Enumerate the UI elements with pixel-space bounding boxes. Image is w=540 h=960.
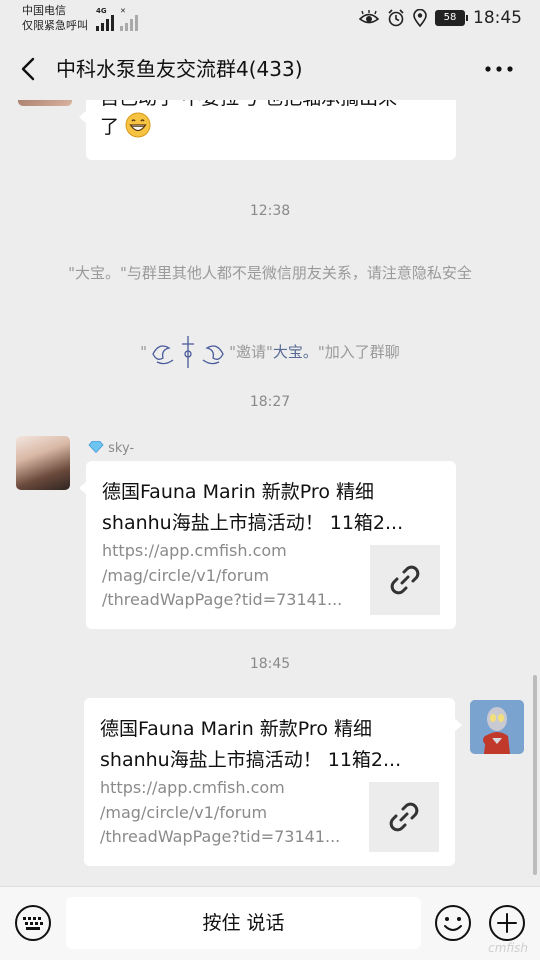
link-thumbnail: [369, 782, 439, 852]
message-text-line1: 自己动手 不要拉弓 也把轴承搞出来: [100, 100, 397, 112]
link-card-url-line2: /mag/circle/v1/forum: [100, 802, 268, 822]
link-thumbnail: [370, 545, 440, 615]
grin-emoji-icon: [125, 112, 151, 138]
avatar-sky[interactable]: [16, 436, 70, 490]
network-type-label: 4G: [96, 7, 107, 15]
link-card-incoming[interactable]: 德国Fauna Marin 新款Pro 精细 shanhu海盐上市搞活动！ 11…: [79, 461, 456, 629]
input-bar: 按住 说话 cmfish: [0, 886, 540, 960]
link-card-url-line1: https://app.cmfish.com: [102, 541, 287, 560]
eye-comfort-icon: [359, 10, 379, 24]
link-chain-icon: [390, 565, 420, 595]
no-sim-mark-icon: ✕: [120, 7, 126, 15]
chat-messages[interactable]: 自己动手 不要拉弓 也把轴承搞出来 了 12:38 "大宝。"与群里其他人都不是…: [0, 100, 540, 886]
status-bar: 中国电信 仅限紧急呼叫 4G ✕ 58 18:45: [0, 0, 540, 38]
timestamp: 12:38: [249, 203, 291, 219]
chat-header: 中科水泵鱼友交流群4(433): [0, 38, 540, 100]
quote-open: ": [140, 343, 148, 361]
smiley-icon[interactable]: [434, 904, 472, 942]
system-notice-join: " "邀请" 大宝。 "加入了群聊: [40, 332, 500, 372]
link-card-title-line2: shanhu海盐上市搞活动！ 11箱2...: [100, 749, 402, 771]
plus-circle-icon[interactable]: [488, 904, 526, 942]
carrier-info: 中国电信 仅限紧急呼叫: [22, 3, 88, 33]
link-card-url-line2: /mag/circle/v1/forum: [102, 565, 270, 585]
network-indicators: 4G ✕: [96, 8, 138, 31]
hero-figure-icon: [470, 700, 524, 754]
keyboard-icon[interactable]: [14, 904, 52, 942]
signal-icon: [96, 15, 114, 31]
link-card-title-line2: shanhu海盐上市搞活动！ 11箱2...: [102, 512, 404, 534]
watermark: cmfish: [488, 941, 528, 955]
more-dots-icon[interactable]: [482, 54, 516, 84]
emergency-only-label: 仅限紧急呼叫: [22, 19, 88, 32]
link-card-url-line3: /threadWapPage?tid=73141...: [102, 590, 343, 609]
message-text-line2-wrap: 了: [100, 112, 151, 141]
link-card-url: https://app.cmfish.com /mag/circle/v1/fo…: [102, 539, 357, 613]
link-chain-icon: [389, 802, 419, 832]
alarm-icon: [388, 9, 404, 27]
chevron-left-icon[interactable]: [14, 54, 44, 84]
link-card-title: 德国Fauna Marin 新款Pro 精细 shanhu海盐上市搞活动！ 11…: [100, 714, 445, 776]
message-text-line2: 了: [100, 116, 120, 138]
sender-name: sky-: [108, 441, 135, 456]
carrier-name: 中国电信: [22, 4, 66, 17]
sender-name-row: sky-: [88, 441, 134, 456]
timestamp: 18:27: [249, 394, 291, 410]
link-card-title-line1: 德国Fauna Marin 新款Pro 精细: [100, 718, 372, 740]
signal-icon-secondary: [120, 15, 138, 31]
location-icon: [413, 9, 427, 27]
chat-title: 中科水泵鱼友交流群4(433): [56, 57, 303, 81]
status-time: 18:45: [473, 8, 522, 28]
status-right: 58 18:45: [359, 8, 522, 28]
link-card-title-line1: 德国Fauna Marin 新款Pro 精细: [102, 481, 374, 503]
invitee-name-link[interactable]: 大宝。: [273, 340, 318, 364]
join-text: "加入了群聊: [317, 343, 400, 361]
diamond-icon: [88, 441, 104, 454]
link-card-outgoing[interactable]: 德国Fauna Marin 新款Pro 精细 shanhu海盐上市搞活动！ 11…: [84, 698, 462, 866]
ornament-nickname-icon: [152, 336, 224, 368]
hold-to-talk-button[interactable]: 按住 说话: [66, 897, 421, 949]
battery-indicator: 58: [435, 10, 468, 26]
link-card-url-line3: /threadWapPage?tid=73141...: [100, 827, 341, 846]
avatar-self[interactable]: [470, 700, 524, 754]
timestamp: 18:45: [249, 656, 291, 672]
link-card-title: 德国Fauna Marin 新款Pro 精细 shanhu海盐上市搞活动！ 11…: [102, 477, 447, 539]
link-card-url-line1: https://app.cmfish.com: [100, 778, 285, 797]
message-bubble-partial[interactable]: 自己动手 不要拉弓 也把轴承搞出来 了: [79, 100, 456, 160]
inviter-suffix: "邀请": [229, 343, 273, 361]
system-notice-privacy: "大宝。"与群里其他人都不是微信朋友关系，请注意隐私安全: [68, 264, 472, 282]
scrollbar[interactable]: [533, 675, 537, 875]
link-card-url: https://app.cmfish.com /mag/circle/v1/fo…: [100, 776, 355, 850]
avatar-partial[interactable]: [18, 100, 72, 106]
